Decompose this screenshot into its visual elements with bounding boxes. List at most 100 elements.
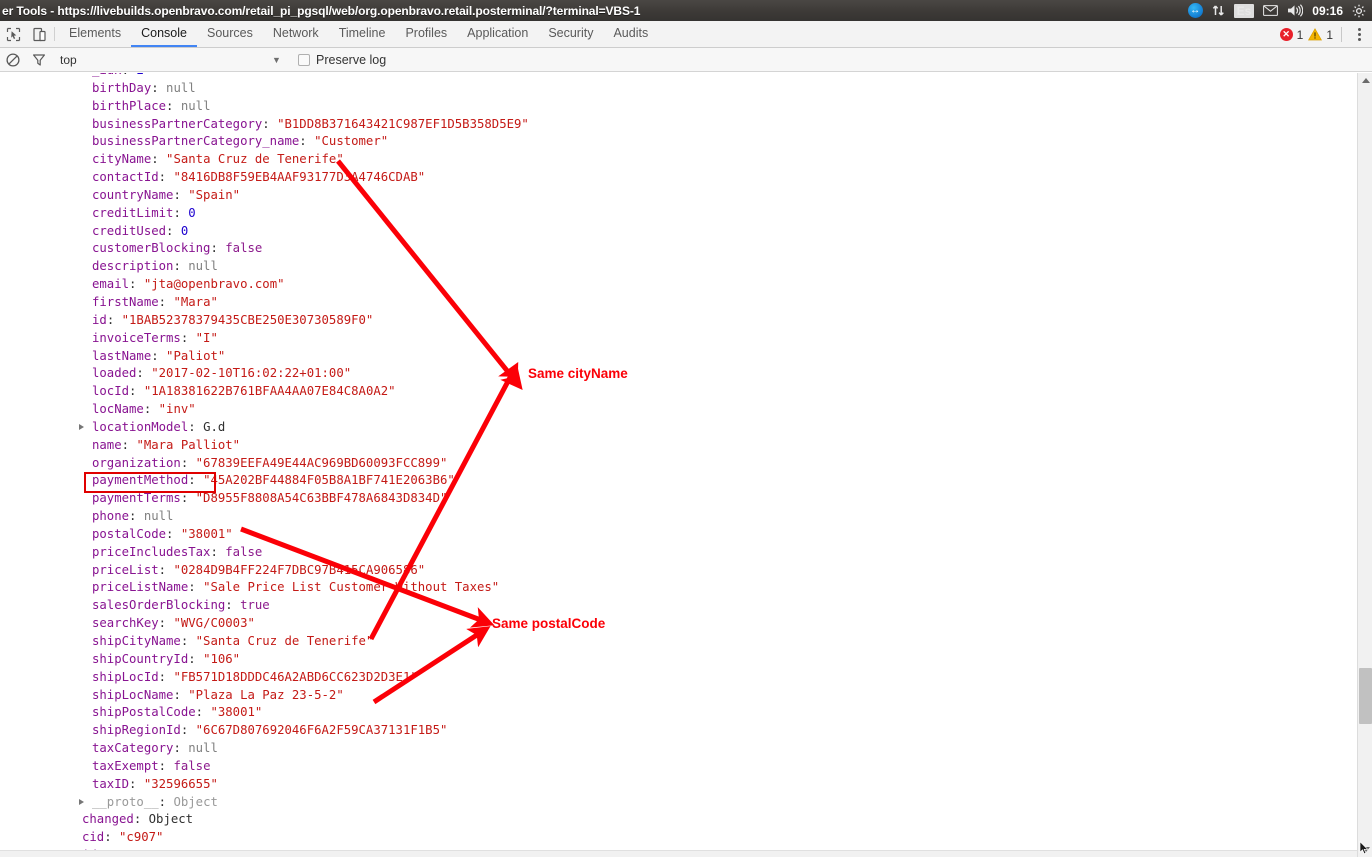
execution-context-selector[interactable]: top bbox=[60, 53, 77, 67]
log-property-value: "inv" bbox=[158, 402, 196, 417]
log-property-key: salesOrderBlocking bbox=[92, 598, 226, 613]
log-property-value: "45A202BF44884F05B8A1BF741E2063B6" bbox=[203, 473, 455, 488]
console-log-line: taxID: "32596655" bbox=[70, 776, 1357, 794]
log-property-key: _idx bbox=[92, 73, 122, 77]
console-log-line: postalCode: "38001" bbox=[70, 526, 1357, 544]
log-property-value: "38001" bbox=[210, 705, 263, 720]
log-separator: : bbox=[180, 455, 196, 470]
network-updown-icon[interactable] bbox=[1212, 4, 1225, 17]
log-separator: : bbox=[166, 98, 181, 113]
preserve-log-option[interactable]: Preserve log bbox=[298, 53, 386, 67]
log-property-value: G.d bbox=[203, 419, 226, 434]
tab-sources[interactable]: Sources bbox=[197, 21, 263, 47]
teamviewer-tray-icon[interactable]: ↔ bbox=[1187, 3, 1203, 18]
log-property-key: creditUsed bbox=[92, 223, 167, 238]
console-vertical-scrollbar[interactable] bbox=[1357, 73, 1372, 857]
log-property-value: "D8955F8808A54C63BBF478A6843D834D" bbox=[195, 491, 448, 506]
log-property-value: null bbox=[188, 259, 218, 274]
toggle-device-toolbar-icon[interactable] bbox=[26, 21, 52, 47]
tab-console[interactable]: Console bbox=[131, 21, 197, 47]
log-property-key: shipCityName bbox=[92, 634, 181, 648]
log-property-value: "Paliot" bbox=[166, 348, 226, 363]
preserve-log-label: Preserve log bbox=[316, 52, 387, 67]
log-property-key: businessPartnerCategory_name bbox=[92, 134, 300, 149]
kebab-menu-icon[interactable] bbox=[1350, 26, 1368, 44]
log-property-key: email bbox=[92, 277, 130, 292]
console-log-line: shipPostalCode: "38001" bbox=[70, 704, 1357, 722]
console-log-line: salesOrderBlocking: true bbox=[70, 597, 1357, 615]
log-separator: : bbox=[158, 794, 174, 809]
gear-icon[interactable] bbox=[1352, 4, 1366, 18]
console-log-line: shipLocId: "FB571D18DDDC46A2ABD6CC623D2D… bbox=[70, 669, 1357, 687]
expand-triangle-icon[interactable] bbox=[79, 798, 84, 805]
filter-funnel-icon[interactable] bbox=[26, 53, 52, 67]
log-property-key: paymentMethod bbox=[92, 473, 189, 488]
log-property-key: cid bbox=[82, 830, 105, 845]
tab-profiles[interactable]: Profiles bbox=[395, 21, 457, 47]
console-filter-bar: top ▼ Preserve log bbox=[0, 48, 1372, 72]
console-log-line: taxCategory: null bbox=[70, 740, 1357, 758]
vertical-scroll-thumb[interactable] bbox=[1359, 668, 1372, 724]
console-log-line: locationModel: G.d bbox=[70, 419, 1357, 437]
log-separator: : bbox=[158, 669, 174, 684]
tab-network[interactable]: Network bbox=[263, 21, 329, 47]
expand-triangle-icon[interactable] bbox=[79, 423, 84, 430]
speaker-icon[interactable] bbox=[1287, 4, 1304, 17]
log-property-key: loaded bbox=[92, 366, 137, 381]
log-separator: : bbox=[173, 687, 189, 702]
log-property-value: "Mara Palliot" bbox=[136, 437, 241, 452]
log-property-value: "8416DB8F59EB4AAF93177D3A4746CDAB" bbox=[173, 170, 426, 185]
annotation-label-0: Same cityName bbox=[528, 366, 628, 381]
tab-security[interactable]: Security bbox=[538, 21, 603, 47]
log-property-key: shipCountryId bbox=[92, 651, 189, 666]
log-property-value: "38001" bbox=[180, 526, 233, 541]
system-clock[interactable]: 09:16 bbox=[1312, 5, 1343, 17]
log-property-key: postalCode bbox=[92, 526, 167, 541]
log-property-key: changed bbox=[82, 812, 134, 827]
log-property-value: "1A18381622B761BFAA4AA07E84C8A0A2" bbox=[143, 384, 396, 399]
system-tray: ↔ Es 09:16 bbox=[1187, 0, 1370, 21]
tab-application[interactable]: Application bbox=[457, 21, 538, 47]
log-property-value: "FB571D18DDDC46A2ABD6CC623D2D3E1" bbox=[173, 669, 418, 684]
error-count-indicator[interactable]: ✕ 1 bbox=[1279, 28, 1303, 42]
log-property-key: cityName bbox=[92, 152, 152, 167]
log-property-value: 2 bbox=[136, 73, 143, 77]
console-log-line: loaded: "2017-02-10T16:02:22+01:00" bbox=[70, 365, 1357, 383]
tab-elements[interactable]: Elements bbox=[59, 21, 131, 47]
warning-count-indicator[interactable]: 1 bbox=[1308, 28, 1333, 42]
tab-timeline[interactable]: Timeline bbox=[329, 21, 396, 47]
preserve-log-checkbox[interactable] bbox=[298, 53, 310, 66]
console-log-line: changed: Object bbox=[70, 811, 1357, 829]
log-property-value: "Sale Price List Customer Without Taxes" bbox=[203, 580, 500, 595]
log-property-key: locId bbox=[92, 384, 130, 399]
log-separator: : bbox=[166, 526, 181, 541]
warning-icon bbox=[1308, 28, 1323, 41]
console-log-line: paymentMethod: "45A202BF44884F05B8A1BF74… bbox=[70, 472, 1357, 490]
console-log-line: email: "jta@openbravo.com" bbox=[70, 276, 1357, 294]
tab-audits[interactable]: Audits bbox=[603, 21, 658, 47]
log-separator: : bbox=[180, 723, 196, 738]
envelope-icon[interactable] bbox=[1263, 5, 1279, 16]
log-property-key: locName bbox=[92, 402, 144, 417]
console-log-line: organization: "67839EEFA49E44AC969BD6009… bbox=[70, 455, 1357, 473]
log-separator: : bbox=[104, 830, 120, 845]
log-property-key: searchKey bbox=[92, 616, 159, 631]
console-log-line: _idx: 2 bbox=[70, 73, 1357, 80]
clear-console-icon[interactable] bbox=[0, 52, 26, 67]
chevron-down-icon[interactable]: ▼ bbox=[272, 55, 281, 65]
console-log-line: taxExempt: false bbox=[70, 758, 1357, 776]
toolbar-divider bbox=[54, 27, 55, 41]
log-separator: : bbox=[158, 562, 174, 577]
console-output-area[interactable]: _idx: 2birthDay: nullbirthPlace: nullbus… bbox=[0, 73, 1372, 857]
log-separator: : bbox=[129, 776, 144, 791]
log-property-key: contactId bbox=[92, 170, 159, 185]
keyboard-layout-indicator[interactable]: Es bbox=[1233, 3, 1255, 18]
console-log-line: id: "1BAB52378379435CBE250E30730589F0" bbox=[70, 312, 1357, 330]
log-property-value: 0 bbox=[188, 205, 196, 220]
log-separator: : bbox=[188, 651, 204, 666]
devtools-status-area: ✕ 1 1 bbox=[1279, 21, 1368, 48]
console-log-line: shipCountryId: "106" bbox=[70, 651, 1357, 669]
console-log-line: phone: null bbox=[70, 508, 1357, 526]
inspect-element-icon[interactable] bbox=[0, 21, 26, 47]
scroll-up-arrow-icon[interactable] bbox=[1358, 73, 1372, 88]
